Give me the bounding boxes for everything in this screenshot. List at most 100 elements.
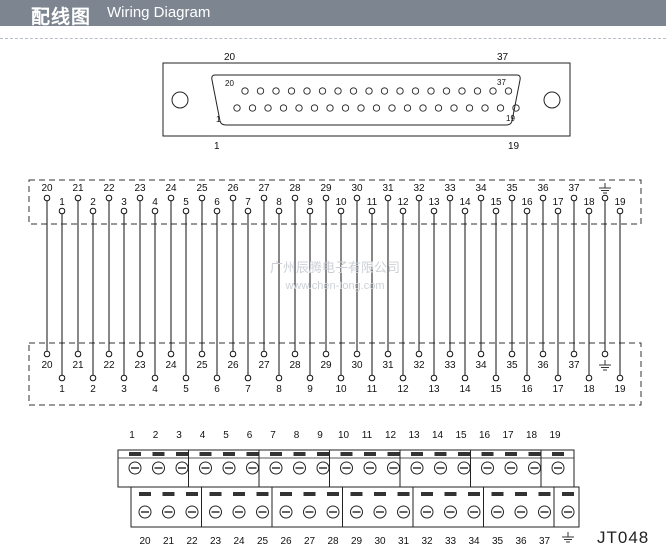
lower-label-6: 6 xyxy=(214,384,220,395)
terminal-screw-icon xyxy=(397,505,410,519)
lower-label-32: 32 xyxy=(413,360,425,371)
lower-label-3: 3 xyxy=(121,384,127,395)
lower-label-7: 7 xyxy=(245,384,251,395)
terminal-wire-slot xyxy=(562,492,574,496)
connector-pin xyxy=(411,87,420,95)
watermark-company: 广州辰腾电子有限公司 xyxy=(270,260,400,275)
upper-pin-19 xyxy=(616,207,624,215)
lower-pin-33 xyxy=(446,350,454,358)
lower-label-4: 4 xyxy=(152,384,158,395)
lower-label-18: 18 xyxy=(583,384,595,395)
upper-pin-ground xyxy=(601,194,609,202)
terminal-label-34: 34 xyxy=(468,536,480,547)
terminal-screw-icon xyxy=(128,461,142,475)
terminal-wire-slot xyxy=(317,452,329,456)
terminal-label-36: 36 xyxy=(515,536,527,547)
lower-label-17: 17 xyxy=(552,384,564,395)
lower-label-5: 5 xyxy=(183,384,189,395)
terminal-label-15: 15 xyxy=(455,430,467,441)
terminal-label-30: 30 xyxy=(374,536,386,547)
upper-pin-11 xyxy=(368,207,376,215)
terminal-wire-slot xyxy=(186,492,198,496)
connector-pin xyxy=(365,87,373,95)
lower-header-outline xyxy=(28,342,642,406)
lower-label-22: 22 xyxy=(103,360,115,371)
lower-pin-5 xyxy=(182,374,190,382)
terminal-wire-slot xyxy=(434,452,447,456)
lower-pin-2 xyxy=(89,374,97,382)
terminal-wire-slot xyxy=(199,452,212,456)
terminal-wire-slot xyxy=(468,492,480,496)
connector-pin xyxy=(496,104,505,112)
connector-inner-label-20: 20 xyxy=(225,79,234,88)
terminal-screw-icon xyxy=(387,461,400,475)
lower-pin-16 xyxy=(523,374,531,382)
upper-pin-26 xyxy=(229,194,237,202)
ground-icon xyxy=(562,532,574,543)
terminal-wire-slot xyxy=(481,452,494,456)
terminal-wire-slot xyxy=(139,492,151,496)
lower-label-33: 33 xyxy=(444,360,456,371)
lower-label-12: 12 xyxy=(397,384,409,395)
connector-bottom-pins xyxy=(233,104,520,112)
terminal-screw-icon xyxy=(481,461,494,475)
upper-label-26: 26 xyxy=(227,183,239,194)
upper-pin-1 xyxy=(58,207,66,215)
upper-pin-4 xyxy=(151,207,159,215)
terminal-body xyxy=(117,449,580,528)
upper-label-37: 37 xyxy=(568,183,580,194)
terminal-label-29: 29 xyxy=(351,536,363,547)
terminal-wire-slot xyxy=(280,492,292,496)
upper-label-17: 17 xyxy=(552,197,564,208)
lower-pin-14 xyxy=(461,374,469,382)
lower-pin-19 xyxy=(616,374,624,382)
terminal-screw-icon xyxy=(175,461,189,475)
upper-pin-16 xyxy=(523,207,531,215)
terminal-wire-slot xyxy=(444,492,457,496)
terminal-screw-icon xyxy=(434,461,447,475)
lower-pin-20 xyxy=(43,350,51,358)
lower-pin-31 xyxy=(384,350,392,358)
terminal-label-8: 8 xyxy=(294,430,300,441)
terminal-screw-icon xyxy=(350,505,363,519)
terminal-label-6: 6 xyxy=(247,430,253,441)
terminal-screw-icon xyxy=(467,505,481,519)
upper-pin-10 xyxy=(337,207,345,215)
terminal-wire-slot xyxy=(303,492,316,496)
terminal-screw-icon xyxy=(279,505,293,519)
terminal-wire-slot xyxy=(256,492,269,496)
lower-pin-10 xyxy=(337,374,345,382)
lower-label-16: 16 xyxy=(521,384,533,395)
terminal-wire-slot xyxy=(162,492,175,496)
connector-pin xyxy=(279,104,288,112)
terminal-label-23: 23 xyxy=(210,536,222,547)
connector-top-pins xyxy=(241,87,513,95)
model-number: JT048 xyxy=(597,528,650,547)
terminal-wire-slot xyxy=(528,452,541,456)
lower-pin-6 xyxy=(213,374,221,382)
upper-pin-8 xyxy=(275,207,283,215)
lower-label-26: 26 xyxy=(227,360,239,371)
lower-pin-30 xyxy=(353,350,361,358)
terminal-wire-slot xyxy=(327,492,339,496)
lower-pin-22 xyxy=(105,350,113,358)
lower-label-37: 37 xyxy=(568,360,580,371)
upper-label-4: 4 xyxy=(152,197,158,208)
upper-pin-12 xyxy=(399,207,407,215)
upper-label-19: 19 xyxy=(614,197,626,208)
terminal-block: 1 2 3 4 5 6 7 8 9 10 11 12 13 14 15 16 17 18 19 20 21 22 23 24… xyxy=(117,430,580,547)
connector-pin xyxy=(403,104,412,112)
terminal-wire-slot xyxy=(340,452,353,456)
connector-pin xyxy=(372,104,381,112)
lower-pin-9 xyxy=(306,374,314,382)
lower-pin-26 xyxy=(229,350,237,358)
upper-label-9: 9 xyxy=(307,197,313,208)
upper-label-10: 10 xyxy=(335,197,347,208)
upper-label-23: 23 xyxy=(134,183,146,194)
mounting-hole-left xyxy=(171,91,189,109)
upper-pin-6 xyxy=(213,207,221,215)
connector-pin xyxy=(295,104,303,112)
terminal-label-33: 33 xyxy=(445,536,457,547)
lower-label-11: 11 xyxy=(367,384,378,395)
lower-label-13: 13 xyxy=(428,384,440,395)
